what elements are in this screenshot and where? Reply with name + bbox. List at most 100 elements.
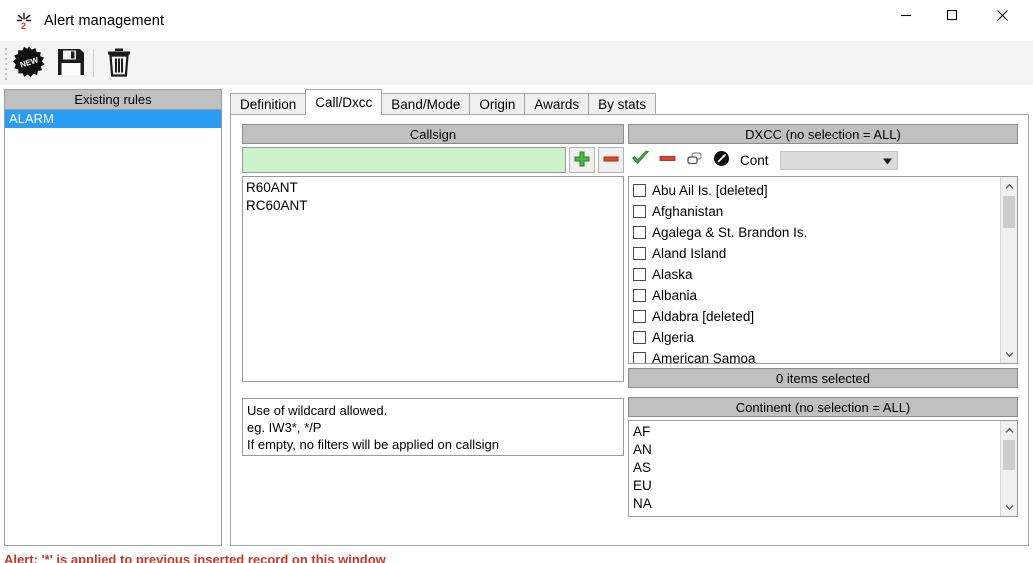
tab-band-mode[interactable]: Band/Mode [381, 93, 471, 115]
maximize-button[interactable] [929, 0, 975, 30]
new-rule-button[interactable]: NEW [10, 45, 48, 81]
continent-header: Continent (no selection = ALL) [628, 397, 1018, 417]
dxcc-selection-status: 0 items selected [628, 368, 1018, 388]
invert-selection-button[interactable] [684, 150, 704, 170]
dxcc-list-item[interactable]: Aldabra [deleted] [633, 306, 1000, 327]
plus-icon [573, 150, 591, 171]
trash-delete-icon [105, 47, 133, 80]
window-title: Alert management [44, 12, 165, 29]
window-titlebar: 2 Alert management [0, 0, 1033, 42]
callsign-input[interactable] [242, 147, 566, 173]
tab-page-call-dxcc: Callsign R60ANT RC60ANT Use of wildcard … [230, 114, 1029, 546]
tab-origin[interactable]: Origin [469, 93, 526, 115]
select-all-button[interactable] [630, 150, 650, 170]
callsign-section: Callsign R60ANT RC60ANT Use of wildcard … [242, 124, 624, 456]
main-toolbar: NEW [0, 41, 1033, 85]
dxcc-item-label: Agalega & St. Brandon Is. [652, 225, 808, 240]
tab-by-stats[interactable]: By stats [588, 93, 657, 115]
tab-strip: Definition Call/Dxcc Band/Mode Origin Aw… [230, 89, 1029, 115]
callsign-list-item[interactable]: R60ANT [246, 179, 623, 197]
scroll-down-icon[interactable] [1001, 499, 1017, 516]
existing-rules-panel: Existing rules ALARM [4, 89, 222, 546]
dxcc-list-item[interactable]: Abu Ail Is. [deleted] [633, 180, 1000, 201]
invert-selection-icon [685, 149, 704, 171]
tab-definition[interactable]: Definition [230, 93, 307, 115]
existing-rules-list[interactable]: ALARM [5, 110, 221, 545]
scroll-thumb[interactable] [1003, 440, 1015, 470]
add-callsign-button[interactable] [569, 147, 595, 173]
dxcc-list-item[interactable]: Aland Island [633, 243, 1000, 264]
callsign-header: Callsign [242, 124, 624, 144]
dxcc-vertical-scrollbar[interactable] [1000, 177, 1017, 363]
minimize-button[interactable] [883, 0, 929, 30]
close-button[interactable] [979, 0, 1025, 30]
dxcc-checkbox[interactable] [633, 289, 646, 302]
callsign-list[interactable]: R60ANT RC60ANT [242, 176, 624, 382]
dxcc-checkbox[interactable] [633, 247, 646, 260]
save-button[interactable] [52, 45, 90, 81]
dxcc-list-item[interactable]: Agalega & St. Brandon Is. [633, 222, 1000, 243]
new-badge-icon: NEW [13, 46, 45, 81]
dxcc-checkbox[interactable] [633, 310, 646, 323]
callsign-list-item[interactable]: RC60ANT [246, 197, 623, 215]
dxcc-item-label: Albania [652, 288, 698, 303]
dxcc-checkbox[interactable] [633, 205, 646, 218]
dxcc-header: DXCC (no selection = ALL) [628, 124, 1018, 144]
dxcc-checkbox[interactable] [633, 184, 646, 197]
dxcc-item-label: Aland Island [652, 246, 727, 261]
scroll-down-icon[interactable] [1001, 346, 1017, 363]
callsign-hint-box: Use of wildcard allowed. eg. IW3*, */P I… [242, 398, 624, 456]
dxcc-section: DXCC (no selection = ALL) Cont Abu Ail I… [628, 124, 1018, 517]
dxcc-item-label: Afghanistan [652, 204, 724, 219]
bottom-warning-note: Alert: '*' is applied to previous insert… [4, 552, 386, 563]
red-minus-icon [658, 149, 677, 171]
continent-combobox[interactable] [779, 150, 898, 170]
dxcc-item-label: Aldabra [deleted] [652, 309, 755, 324]
continent-list-item[interactable]: EU [633, 477, 1000, 495]
continent-list-item[interactable]: OC [633, 513, 1000, 516]
continent-list-item[interactable]: NA [633, 495, 1000, 513]
dxcc-list-item[interactable]: American Samoa [633, 348, 1000, 363]
continent-list-item[interactable]: AS [633, 459, 1000, 477]
rule-list-item[interactable]: ALARM [5, 110, 221, 128]
hint-line: eg. IW3*, */P [247, 420, 322, 435]
tab-call-dxcc[interactable]: Call/Dxcc [305, 89, 383, 115]
callsign-input-row [242, 147, 624, 173]
dxcc-item-label: Alaska [652, 267, 693, 282]
dxcc-list-item[interactable]: Algeria [633, 327, 1000, 348]
dxcc-item-label: American Samoa [652, 351, 756, 363]
dxcc-list-item[interactable]: Afghanistan [633, 201, 1000, 222]
dxcc-items-container: Abu Ail Is. [deleted] Afghanistan Agaleg… [629, 177, 1000, 363]
remove-callsign-button[interactable] [598, 147, 624, 173]
delete-button[interactable] [100, 45, 138, 81]
continent-list-item[interactable]: AN [633, 441, 1000, 459]
continent-list-item[interactable]: AF [633, 423, 1000, 441]
globe-button[interactable] [711, 150, 731, 170]
dxcc-checkbox[interactable] [633, 331, 646, 344]
dxcc-list[interactable]: Abu Ail Is. [deleted] Afghanistan Agaleg… [628, 176, 1018, 364]
continent-vertical-scrollbar[interactable] [1000, 421, 1017, 516]
continent-list[interactable]: AF AN AS EU NA OC [628, 420, 1018, 517]
dxcc-toolbar: Cont [628, 148, 1018, 172]
scroll-thumb[interactable] [1003, 196, 1015, 228]
scroll-up-icon[interactable] [1001, 177, 1017, 194]
titlebar-left: 2 Alert management [14, 0, 164, 41]
scroll-up-icon[interactable] [1001, 421, 1017, 438]
deselect-all-button[interactable] [657, 150, 677, 170]
tab-host: Definition Call/Dxcc Band/Mode Origin Aw… [230, 89, 1029, 546]
continent-items-container: AF AN AS EU NA OC [629, 421, 1000, 516]
dxcc-checkbox[interactable] [633, 352, 646, 363]
hint-line: Use of wildcard allowed. [247, 403, 388, 418]
cont-label: Cont [740, 152, 769, 168]
floppy-save-icon [56, 47, 86, 80]
dxcc-list-item[interactable]: Alaska [633, 264, 1000, 285]
tab-awards[interactable]: Awards [524, 93, 590, 115]
dxcc-list-item[interactable]: Albania [633, 285, 1000, 306]
toolbar-separator [93, 49, 94, 77]
hint-line: If empty, no filters will be applied on … [247, 437, 499, 452]
dxcc-checkbox[interactable] [633, 268, 646, 281]
dxcc-item-label: Algeria [652, 330, 695, 345]
chevron-down-icon [882, 153, 892, 168]
dxcc-checkbox[interactable] [633, 226, 646, 239]
toolbar-grip[interactable] [5, 48, 9, 80]
